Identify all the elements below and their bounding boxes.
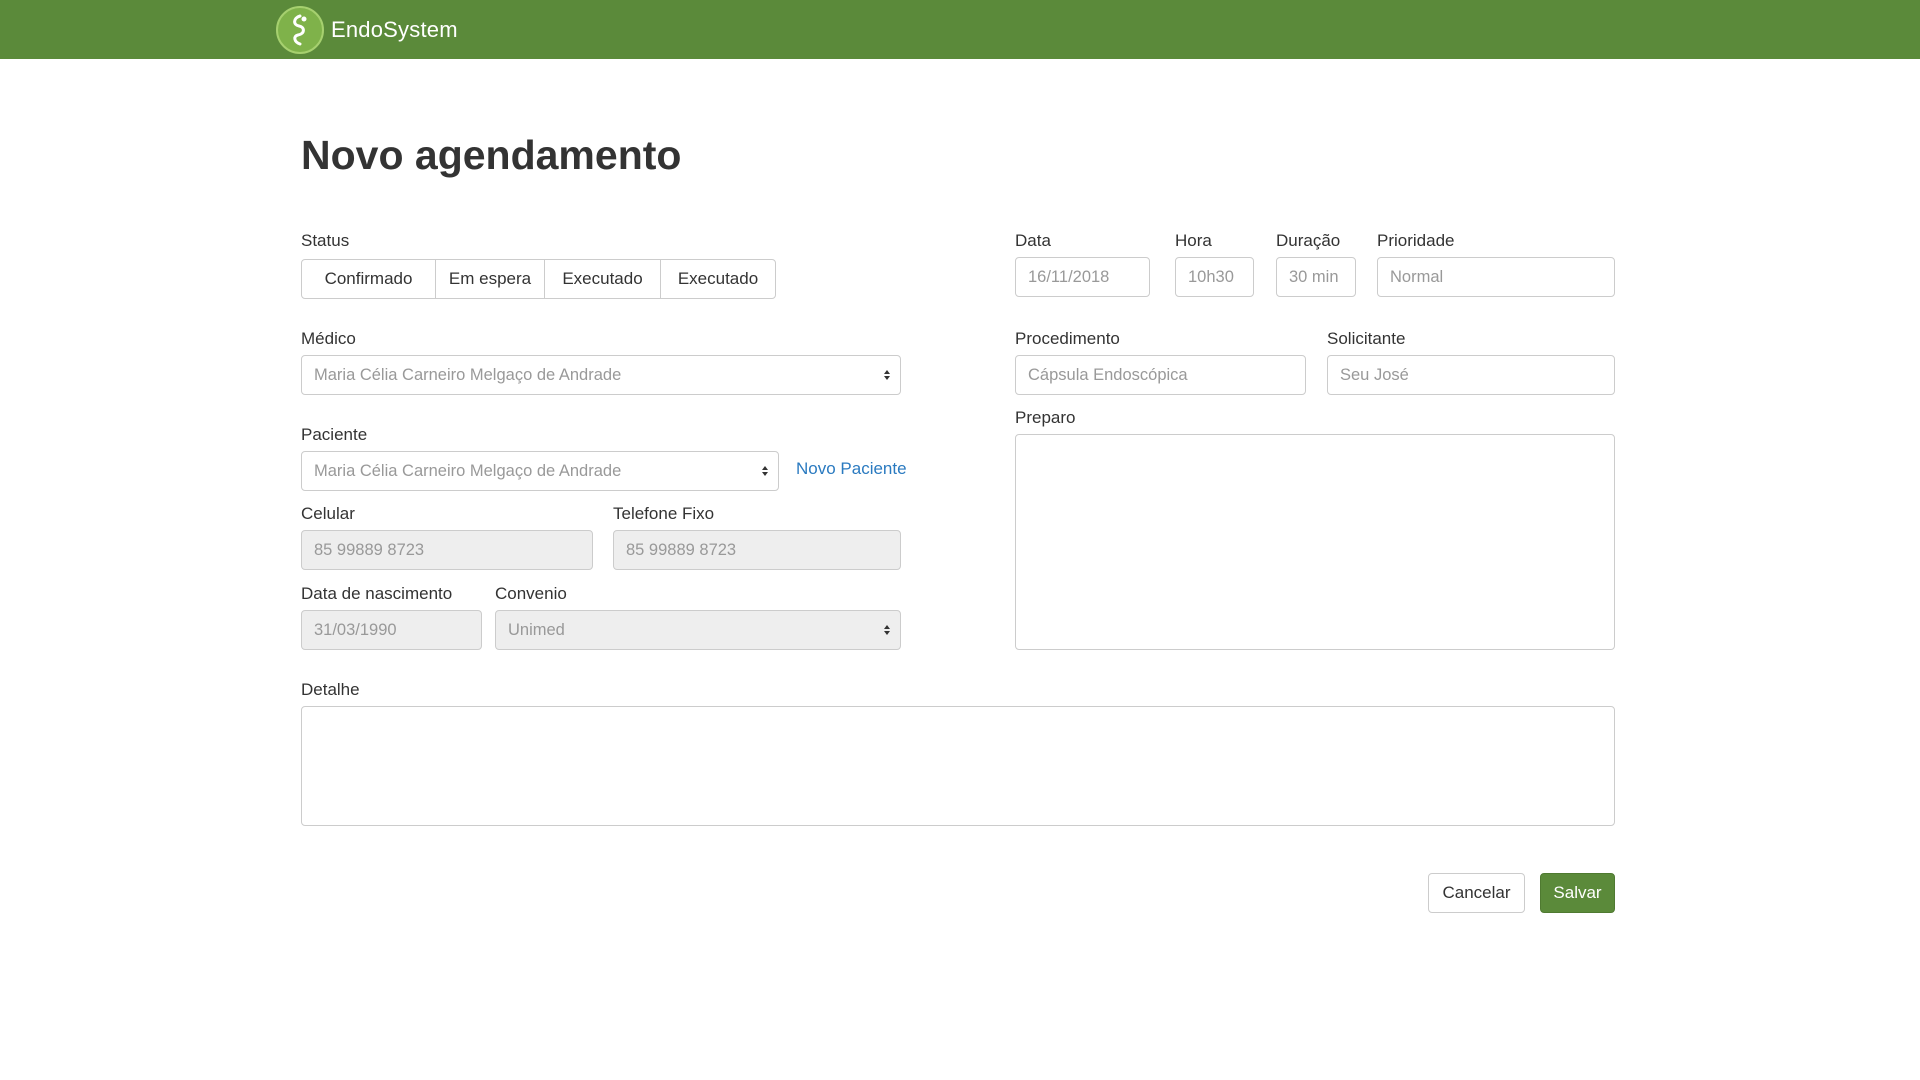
endosystem-logo-icon [276,6,324,54]
paciente-select[interactable]: Maria Célia Carneiro Melgaço de Andrade [301,451,779,491]
solicitante-label: Solicitante [1327,329,1406,348]
duracao-field[interactable]: 30 min [1276,257,1356,297]
celular-field[interactable]: 85 99889 8723 [301,530,593,570]
novo-paciente-link[interactable]: Novo Paciente [796,459,907,479]
preparo-textarea[interactable] [1015,434,1615,650]
brand[interactable]: EndoSystem [276,6,458,54]
status-executado-button[interactable]: Executado [544,259,661,299]
select-arrows-icon [762,466,768,476]
status-label: Status [301,231,350,250]
save-button[interactable]: Salvar [1540,873,1615,913]
convenio-select-value: Unimed [508,621,565,639]
detalhe-label: Detalhe [301,680,360,699]
procedimento-label: Procedimento [1015,329,1120,348]
page-title: Novo agendamento [301,132,682,178]
telefone-fixo-label: Telefone Fixo [613,504,715,523]
status-button-group: Confirmado Em espera Executado Executado [301,259,776,299]
data-field[interactable]: 16/11/2018 [1015,257,1150,297]
prioridade-label: Prioridade [1377,231,1455,250]
prioridade-field[interactable]: Normal [1377,257,1615,297]
status-confirmado-button[interactable]: Confirmado [301,259,436,299]
detalhe-textarea[interactable] [301,706,1615,826]
data-nascimento-field[interactable]: 31/03/1990 [301,610,482,650]
hora-label: Hora [1175,231,1212,250]
select-arrows-icon [884,370,890,380]
medico-select[interactable]: Maria Célia Carneiro Melgaço de Andrade [301,355,901,395]
cancel-button[interactable]: Cancelar [1428,873,1525,913]
duracao-label: Duração [1276,231,1341,250]
brand-name: EndoSystem [331,17,458,42]
top-navbar: EndoSystem [0,0,1920,59]
celular-label: Celular [301,504,355,523]
select-arrows-icon [884,625,890,635]
procedimento-field[interactable]: Cápsula Endoscópica [1015,355,1306,395]
paciente-label: Paciente [301,425,368,444]
data-nascimento-label: Data de nascimento [301,584,453,603]
data-label: Data [1015,231,1051,250]
telefone-fixo-field[interactable]: 85 99889 8723 [613,530,901,570]
status-em-espera-button[interactable]: Em espera [435,259,545,299]
hora-field[interactable]: 10h30 [1175,257,1254,297]
medico-select-value: Maria Célia Carneiro Melgaço de Andrade [314,366,622,384]
preparo-label: Preparo [1015,408,1076,427]
solicitante-field[interactable]: Seu José [1327,355,1615,395]
medico-label: Médico [301,329,356,348]
convenio-label: Convenio [495,584,567,603]
convenio-select[interactable]: Unimed [495,610,901,650]
paciente-select-value: Maria Célia Carneiro Melgaço de Andrade [314,462,622,480]
status-executado-button-2[interactable]: Executado [660,259,776,299]
